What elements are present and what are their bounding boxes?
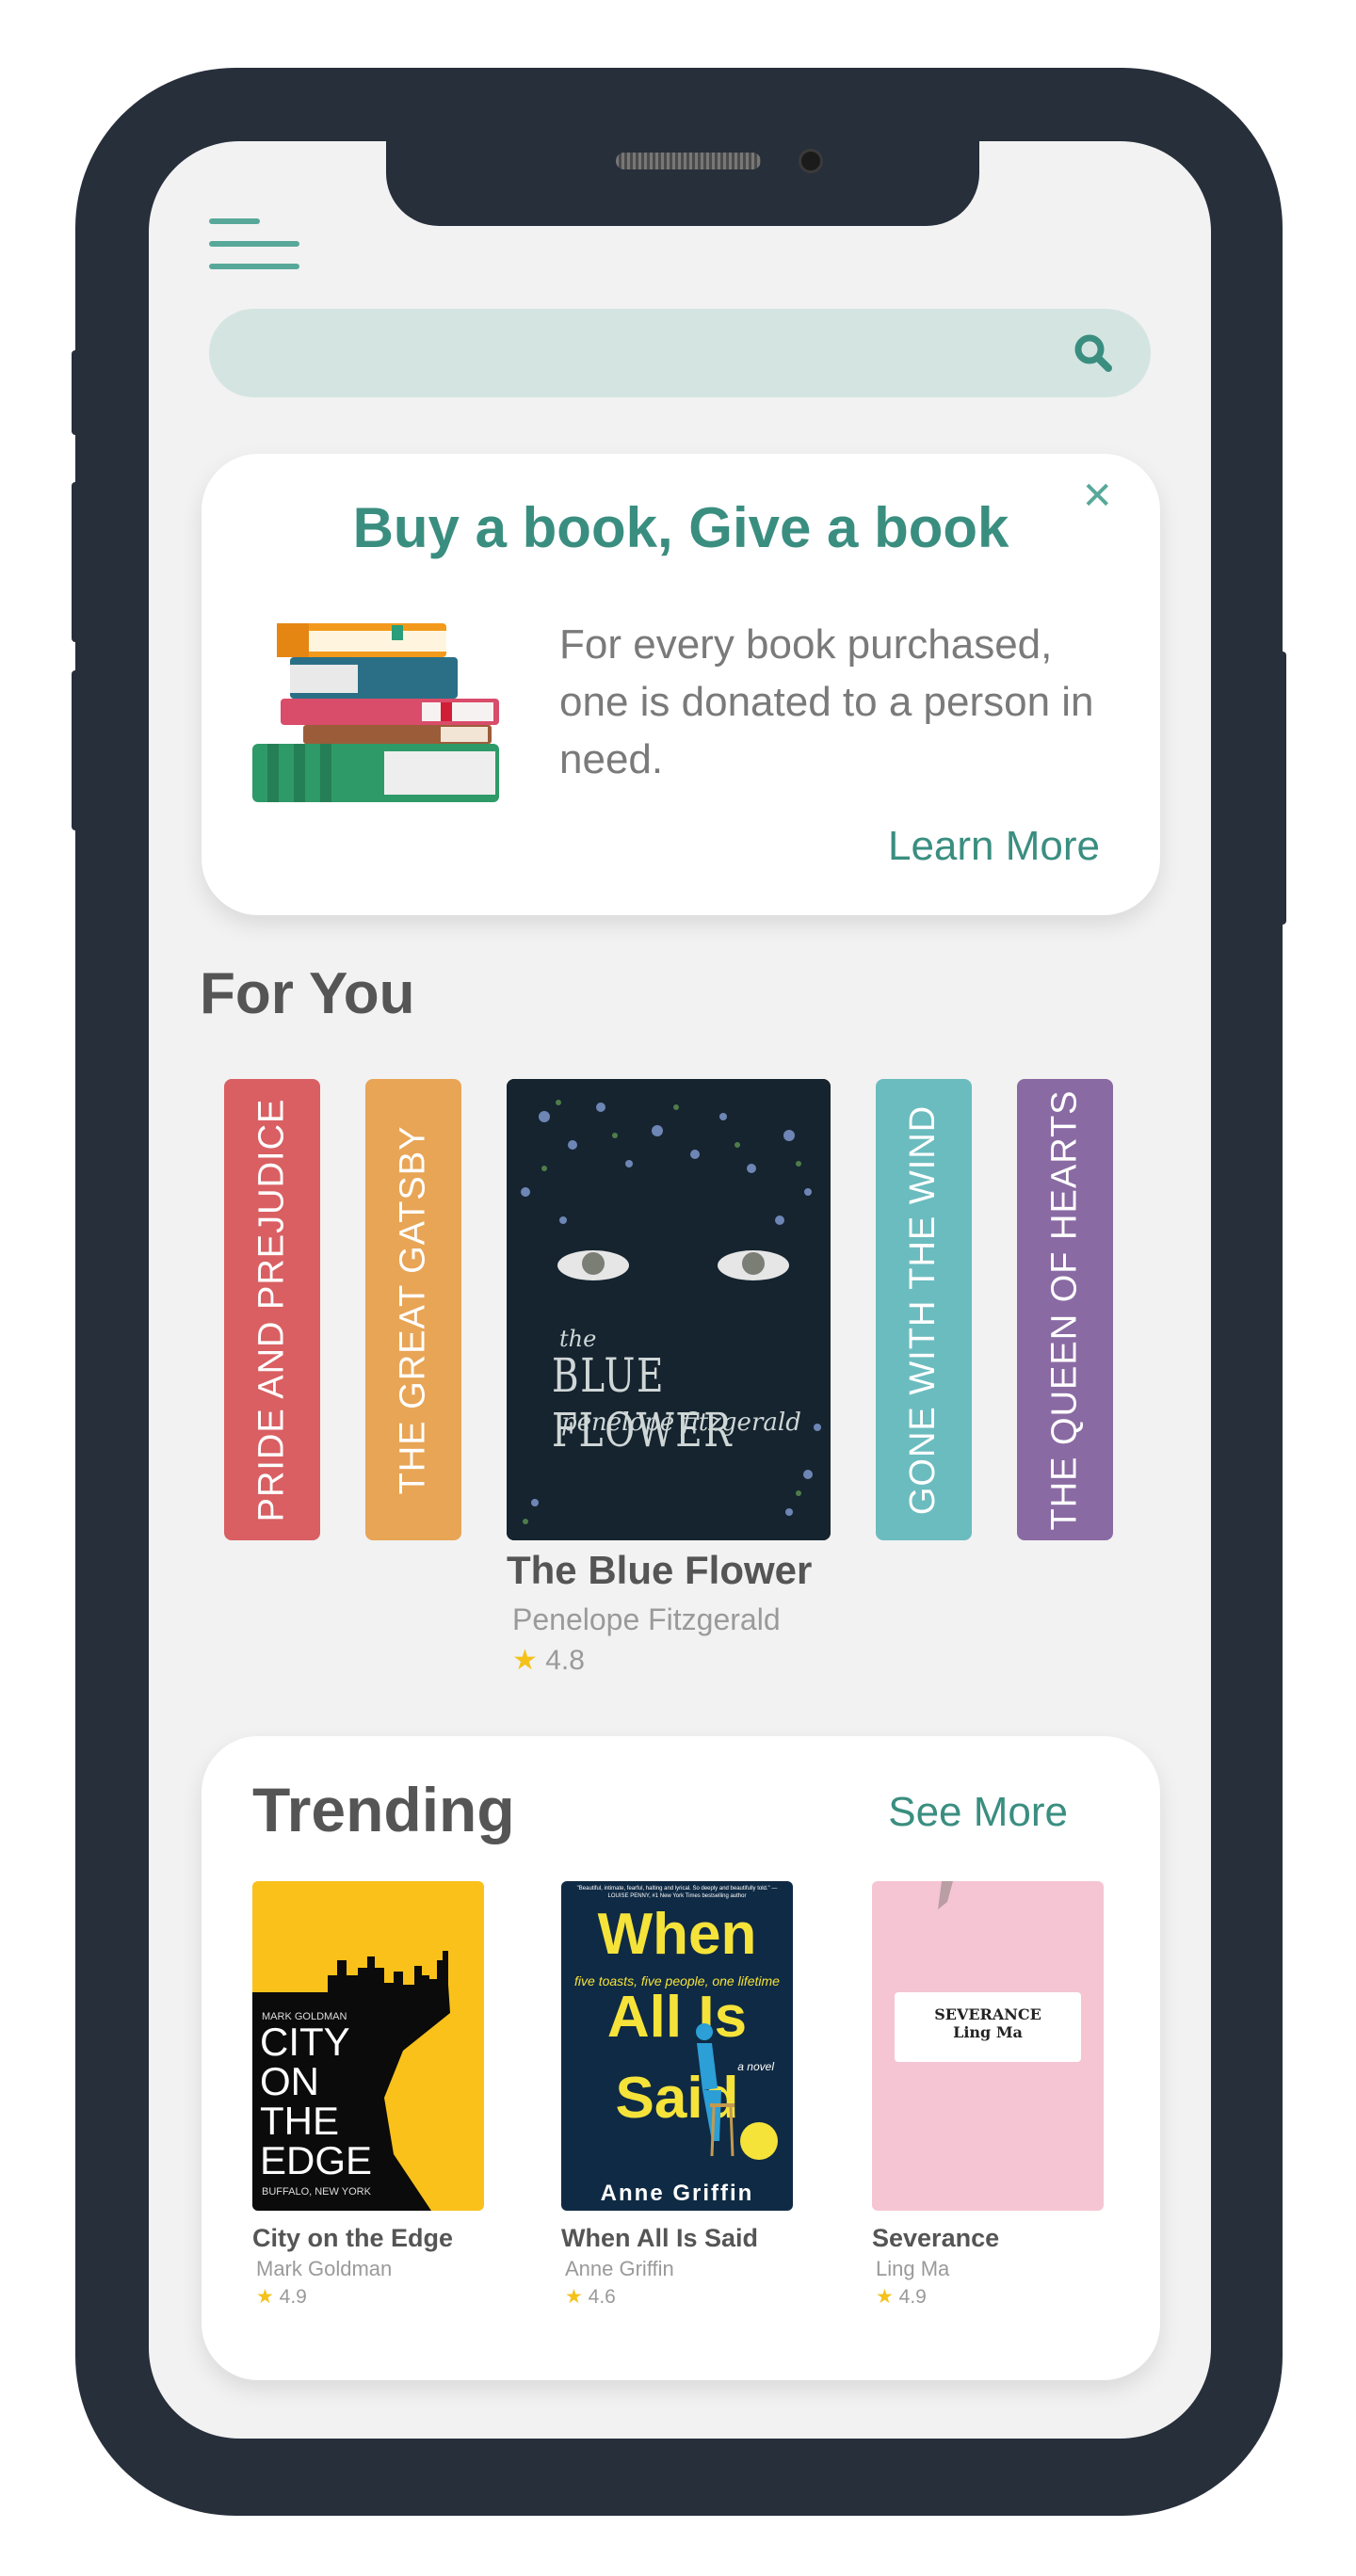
app-screen: Buy a book, Give a book ✕ For every book… [149,141,1211,2439]
rating-value: 4.8 [545,1645,585,1676]
hamburger-menu-icon[interactable] [209,218,299,271]
search-bar[interactable] [209,309,1151,397]
promo-title: Buy a book, Give a book [352,496,1009,559]
spine-title: THE QUEEN OF HEARTS [1044,1088,1085,1531]
featured-book-rating: ★ 4.8 [512,1644,585,1677]
promo-card: Buy a book, Give a book ✕ For every book… [202,454,1160,915]
cover-title-text: THE [260,2099,339,2143]
featured-book-author: Penelope Fitzgerald [512,1602,781,1636]
rating-value: 4.9 [279,2286,307,2308]
trending-card: Trending See More MARK GOLDMAN CITY ON T… [202,1736,1160,2380]
side-button [1279,652,1286,925]
book-author: Anne Griffin [565,2257,674,2280]
seated-figure-art [696,2023,778,2160]
rating-value: 4.6 [588,2286,616,2308]
search-icon[interactable] [1074,333,1113,373]
cover-title-text: SEVERANCE [934,2005,1041,2023]
rating-value: 4.9 [898,2286,927,2308]
cover-author-text: Anne Griffin [600,2181,754,2206]
spine-title: THE GREAT GATSBY [393,1125,433,1494]
side-button [72,670,79,830]
book-title[interactable]: When All Is Said [561,2224,793,2253]
book-spine-the-great-gatsby[interactable]: THE GREAT GATSBY [365,1079,461,1540]
cover-author-text: penelope fitzgerald [561,1409,801,1437]
trending-book[interactable]: "Beautiful, intimate, fearful, halting a… [561,1881,793,2309]
phone-notch [386,141,979,226]
spine-title: GONE WITH THE WIND [903,1104,944,1515]
camera-icon [799,149,823,173]
cover-subtitle-text: BUFFALO, NEW YORK [262,2186,371,2198]
book-title[interactable]: City on the Edge [252,2224,484,2253]
book-cover[interactable]: SEVERANCE Ling Ma [872,1881,1104,2211]
cover-title-text: BLUE FLOWER [552,1348,734,1457]
promo-description: For every book purchased, one is donated… [559,621,1094,782]
cover-title-text: EDGE [260,2138,373,2182]
side-button [72,350,79,435]
book-rating: ★ 4.6 [565,2285,793,2309]
book-rating: ★ 4.9 [256,2285,484,2309]
speaker-icon [616,153,761,169]
trending-book[interactable]: MARK GOLDMAN CITY ON THE EDGE BUFFALO, N… [252,1881,484,2309]
trending-book[interactable]: SEVERANCE Ling Ma Severance Ling Ma ★ 4.… [872,1881,1104,2309]
blue-flower-cover-art [507,1079,831,1540]
star-icon: ★ [256,2286,274,2308]
book-author: Mark Goldman [256,2257,393,2280]
book-spine-gone-with-the-wind[interactable]: GONE WITH THE WIND [876,1079,972,1540]
side-button [72,482,79,642]
cover-label: SEVERANCE Ling Ma [895,1992,1081,2062]
book-cover[interactable]: MARK GOLDMAN CITY ON THE EDGE BUFFALO, N… [252,1881,484,2211]
book-rating: ★ 4.9 [876,2285,1104,2309]
star-icon: ★ [565,2286,583,2308]
trending-heading: Trending [252,1775,515,1844]
book-stack-illustration [252,623,499,802]
featured-book-cover[interactable]: the BLUE FLOWER penelope fitzgerald [507,1079,831,1540]
cover-author-text: Ling Ma [953,2023,1023,2041]
learn-more-link[interactable]: Learn More [888,823,1100,870]
featured-book-title[interactable]: The Blue Flower [507,1548,812,1593]
book-spine-the-queen-of-hearts[interactable]: THE QUEEN OF HEARTS [1017,1079,1113,1540]
for-you-heading: For You [200,961,415,1026]
close-icon[interactable]: ✕ [1081,475,1113,518]
book-title[interactable]: Severance [872,2224,1104,2253]
star-icon: ★ [876,2286,894,2308]
star-icon: ★ [512,1645,538,1676]
cover-title-text: CITY [260,2020,350,2064]
book-cover[interactable]: "Beautiful, intimate, fearful, halting a… [561,1881,793,2211]
book-author: Ling Ma [876,2257,950,2280]
book-spine-pride-and-prejudice[interactable]: PRIDE AND PREJUDICE [224,1079,320,1540]
cover-title-text: ON [260,2059,319,2103]
spine-title: PRIDE AND PREJUDICE [251,1098,292,1521]
see-more-link[interactable]: See More [888,1789,1068,1836]
